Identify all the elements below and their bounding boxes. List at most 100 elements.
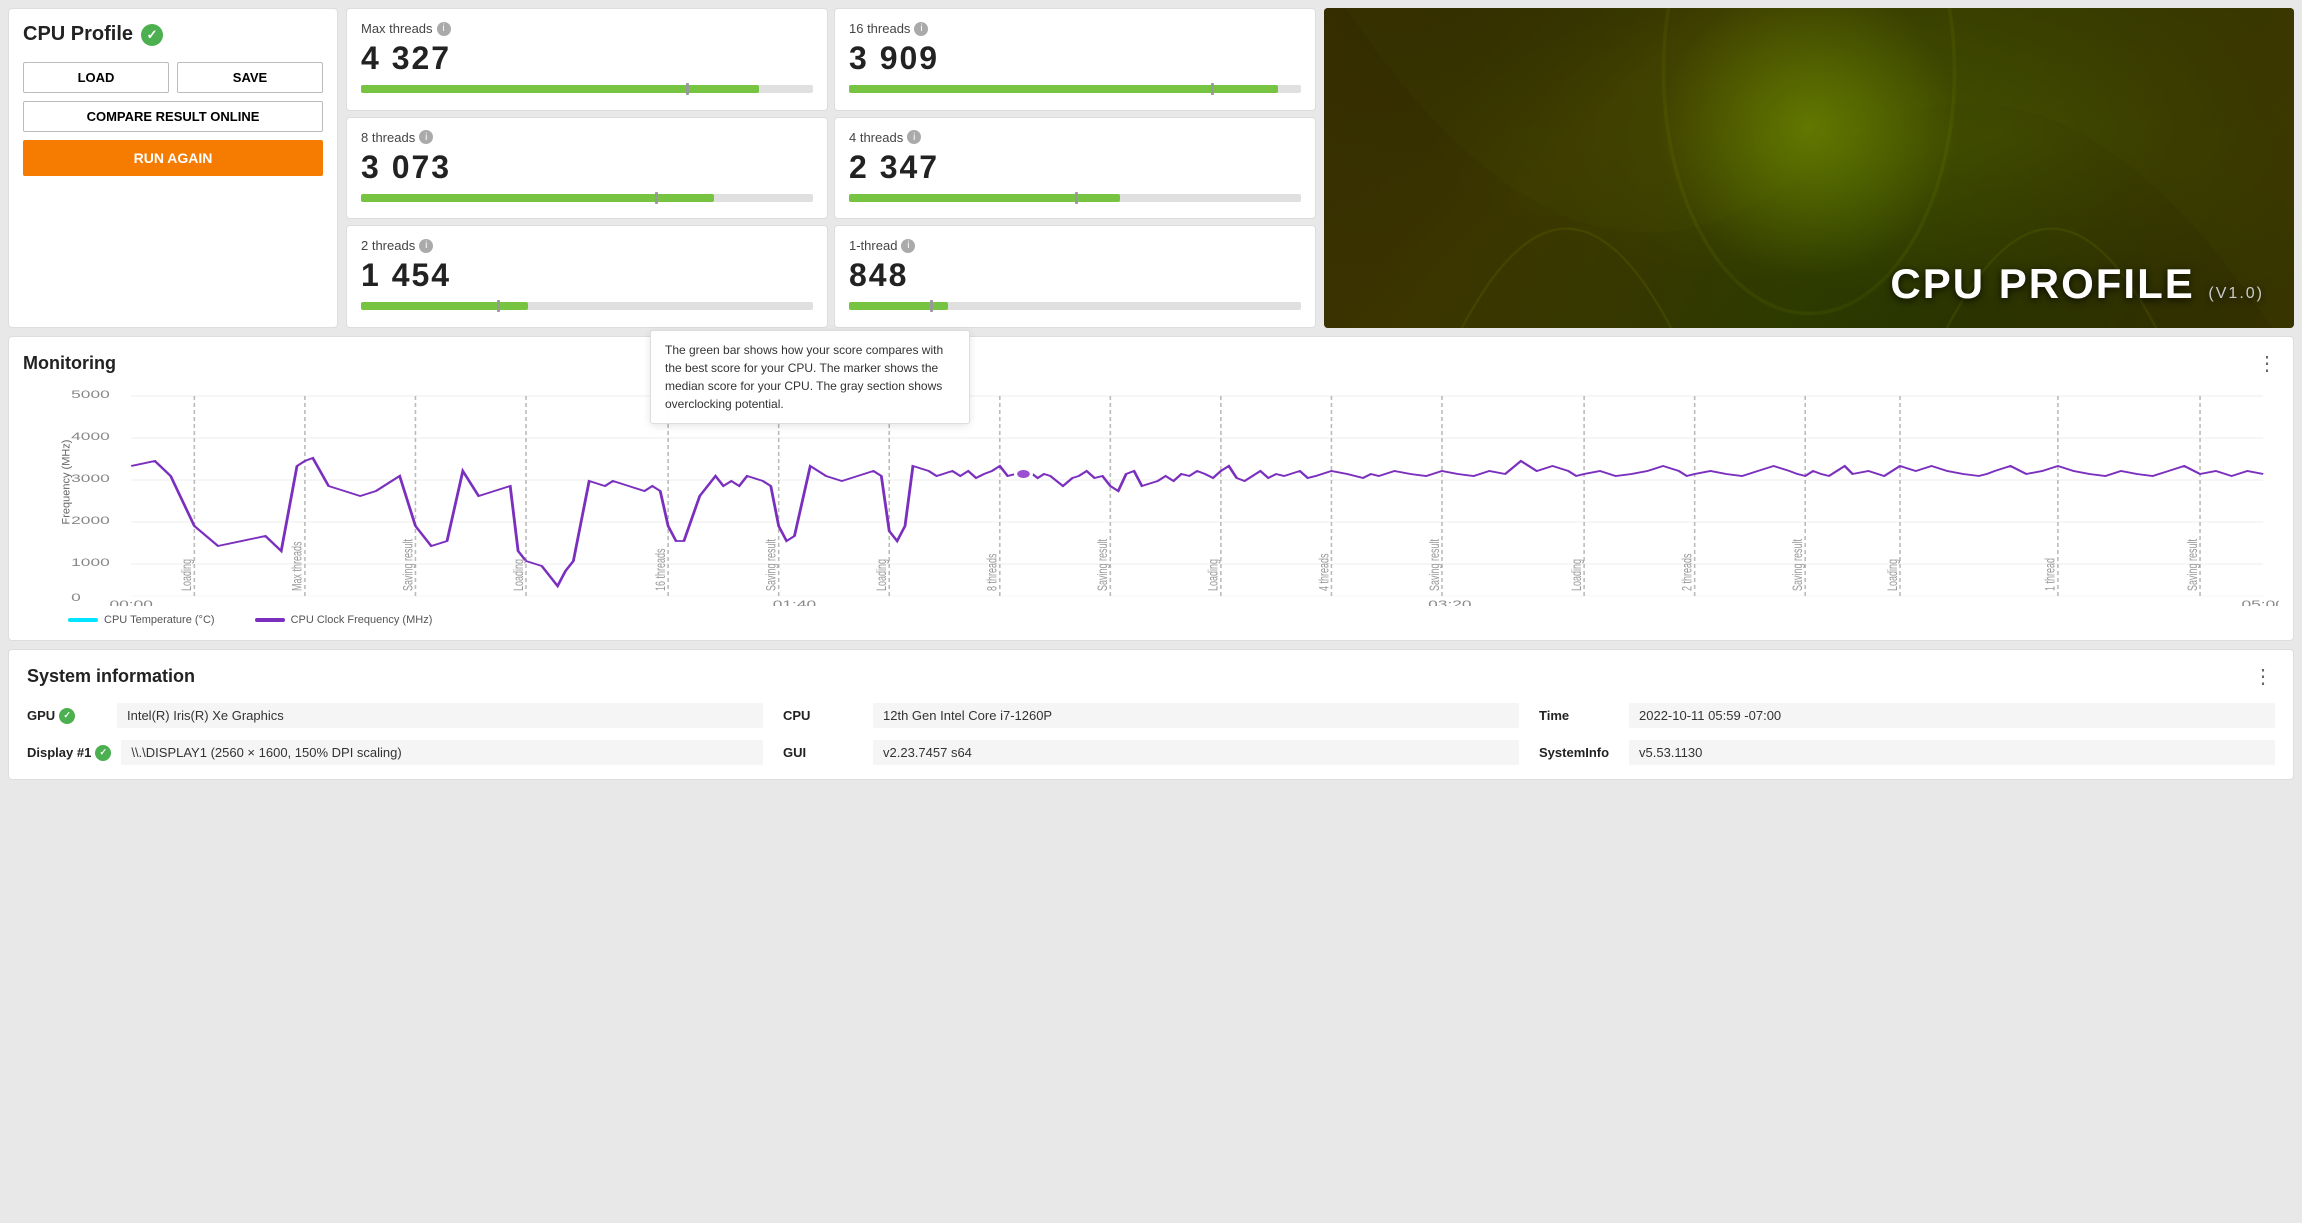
sys-key-0-2: Time (1539, 708, 1619, 723)
legend-label-freq: CPU Clock Frequency (MHz) (291, 614, 433, 626)
sys-row-0-0: GPU ✓ Intel(R) Iris(R) Xe Graphics (27, 703, 763, 728)
sys-val-0-0: Intel(R) Iris(R) Xe Graphics (117, 703, 763, 728)
info-icon-max[interactable]: i (437, 22, 451, 36)
svg-text:05:00: 05:00 (2242, 599, 2279, 606)
save-button[interactable]: SAVE (177, 62, 323, 93)
left-panel: CPU Profile ✓ LOAD SAVE COMPARE RESULT O… (8, 8, 338, 328)
hero-title: CPU PROFILE (V1.0) (1354, 260, 2264, 308)
svg-text:2000: 2000 (71, 515, 110, 527)
monitoring-title: Monitoring (23, 353, 116, 374)
hero-title-area: CPU PROFILE (V1.0) (1324, 240, 2294, 328)
sys-key-1-2: SystemInfo (1539, 745, 1619, 760)
svg-text:Saving result: Saving result (1094, 539, 1111, 591)
svg-text:8 threads: 8 threads (983, 553, 1000, 591)
info-icon-2t[interactable]: i (419, 239, 433, 253)
compare-button[interactable]: COMPARE RESULT ONLINE (23, 101, 323, 132)
monitoring-header: Monitoring ⋮ (23, 351, 2279, 376)
score-value-max: 4 327 (361, 40, 813, 77)
score-value-8t: 3 073 (361, 149, 813, 186)
score-label-4t: 4 threads i (849, 130, 1301, 145)
svg-text:Saving result: Saving result (2184, 539, 2201, 591)
svg-text:Saving result: Saving result (762, 539, 779, 591)
monitoring-chart: 5000 4000 3000 2000 1000 0 (68, 386, 2279, 606)
sys-row-1-2: SystemInfo v5.53.1130 (1539, 740, 2275, 765)
sys-key-1-1: GUI (783, 745, 863, 760)
hero-image: CPU PROFILE (V1.0) (1324, 8, 2294, 328)
svg-text:00:00: 00:00 (109, 599, 152, 606)
svg-text:Loading: Loading (1568, 559, 1585, 591)
svg-text:Loading: Loading (873, 559, 890, 591)
sys-val-1-0: \\.\DISPLAY1 (2560 × 1600, 150% DPI scal… (121, 740, 763, 765)
legend-cpu-temp: CPU Temperature (°C) (68, 614, 215, 626)
sys-row-0-2: Time 2022-10-11 05:59 -07:00 (1539, 703, 2275, 728)
score-bar-marker-2t (497, 300, 500, 312)
score-bar-16t (849, 85, 1301, 93)
svg-text:Saving result: Saving result (399, 539, 416, 591)
score-label-max: Max threads i (361, 21, 813, 36)
sys-check-0-0: ✓ (59, 708, 75, 724)
svg-text:Saving result: Saving result (1426, 539, 1443, 591)
svg-text:1 thread: 1 thread (2042, 558, 2059, 591)
svg-text:Loading: Loading (510, 559, 527, 591)
legend-cpu-freq: CPU Clock Frequency (MHz) (255, 614, 433, 626)
svg-text:03:20: 03:20 (1428, 599, 1471, 606)
score-bar-marker-8t (655, 192, 658, 204)
svg-text:0: 0 (71, 592, 81, 604)
svg-text:01:40: 01:40 (773, 599, 816, 606)
score-bar-8t (361, 194, 813, 202)
score-bar-fill-16t (849, 85, 1278, 93)
info-icon-16t[interactable]: i (914, 22, 928, 36)
chart-wrapper: Frequency (MHz) 5000 4000 3000 2000 1000… (68, 386, 2279, 606)
svg-text:Loading: Loading (1205, 559, 1222, 591)
info-icon-8t[interactable]: i (419, 130, 433, 144)
system-menu-button[interactable]: ⋮ (2253, 664, 2275, 689)
score-value-16t: 3 909 (849, 40, 1301, 77)
sys-key-1-0: Display #1 ✓ (27, 745, 111, 761)
cpu-profile-check: ✓ (141, 24, 163, 46)
score-bar-max (361, 85, 813, 93)
cpu-profile-title: CPU Profile ✓ (23, 23, 323, 46)
score-grid: Max threads i 4 327 16 threads i 3 909 8… (346, 8, 1316, 328)
info-icon-4t[interactable]: i (907, 130, 921, 144)
score-value-1t: 848 (849, 257, 1301, 294)
score-value-4t: 2 347 (849, 149, 1301, 186)
top-section: CPU Profile ✓ LOAD SAVE COMPARE RESULT O… (8, 8, 2294, 328)
sys-val-1-1: v2.23.7457 s64 (873, 740, 1519, 765)
score-card-max: Max threads i 4 327 (346, 8, 828, 111)
score-label-16t: 16 threads i (849, 21, 1301, 36)
score-bar-fill-2t (361, 302, 528, 310)
sys-val-1-2: v5.53.1130 (1629, 740, 2275, 765)
score-bar-marker-1t (930, 300, 933, 312)
score-bar-fill-4t (849, 194, 1120, 202)
svg-text:16 threads: 16 threads (652, 548, 669, 591)
score-value-2t: 1 454 (361, 257, 813, 294)
score-tooltip: The green bar shows how your score compa… (650, 330, 970, 424)
svg-text:Saving result: Saving result (1789, 539, 1806, 591)
score-label-2t: 2 threads i (361, 238, 813, 253)
score-bar-2t (361, 302, 813, 310)
info-icon-1t[interactable]: i (901, 239, 915, 253)
system-grid: GPU ✓ Intel(R) Iris(R) Xe Graphics CPU 1… (27, 703, 2275, 765)
svg-text:3000: 3000 (71, 473, 110, 485)
score-label-1t: 1-thread i (849, 238, 1301, 253)
legend-bar: CPU Temperature (°C) CPU Clock Frequency… (23, 614, 2279, 626)
score-card-4t: 4 threads i 2 347 (834, 117, 1316, 220)
system-title: System information (27, 666, 195, 687)
score-card-2t: 2 threads i 1 454 (346, 225, 828, 328)
sys-key-0-0: GPU ✓ (27, 708, 107, 724)
svg-text:Loading: Loading (1884, 559, 1901, 591)
run-again-button[interactable]: RUN AGAIN (23, 140, 323, 176)
sys-check-1-0: ✓ (95, 745, 111, 761)
score-bar-marker-16t (1211, 83, 1214, 95)
legend-label-temp: CPU Temperature (°C) (104, 614, 215, 626)
main-container: CPU Profile ✓ LOAD SAVE COMPARE RESULT O… (0, 0, 2302, 788)
sys-row-1-1: GUI v2.23.7457 s64 (783, 740, 1519, 765)
monitoring-section: Monitoring ⋮ Frequency (MHz) 5000 4000 3… (8, 336, 2294, 641)
score-card-8t: 8 threads i 3 073 (346, 117, 828, 220)
score-bar-fill-1t (849, 302, 948, 310)
monitoring-menu-button[interactable]: ⋮ (2257, 351, 2279, 376)
svg-text:4000: 4000 (71, 431, 110, 443)
load-button[interactable]: LOAD (23, 62, 169, 93)
score-bar-marker-4t (1075, 192, 1078, 204)
legend-color-freq (255, 618, 285, 622)
